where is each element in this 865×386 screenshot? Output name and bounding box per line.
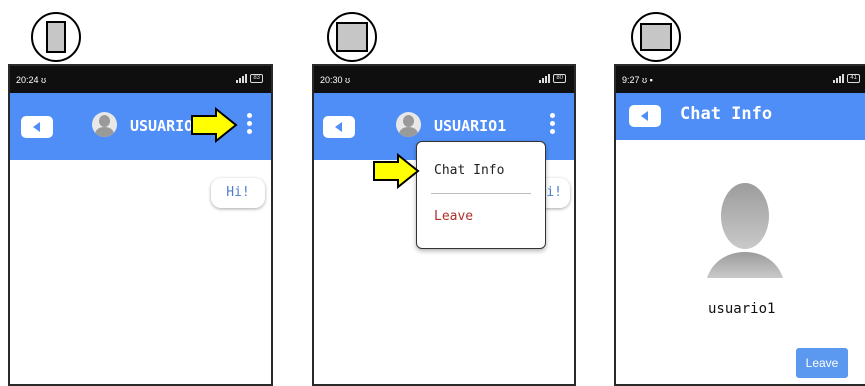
step-indicator-1 <box>31 12 81 62</box>
chat-title: USUARIO1 <box>434 117 507 135</box>
menu-divider <box>431 193 531 194</box>
step-indicator-2 <box>327 12 377 62</box>
overflow-menu: Chat Info Leave <box>416 141 546 249</box>
menu-item-chat-info[interactable]: Chat Info <box>434 163 504 178</box>
back-button[interactable] <box>629 105 661 127</box>
step-indicator-3-square <box>640 23 672 51</box>
status-bar: 20:24 ʊ 83 <box>10 66 271 93</box>
status-time: 20:30 ʊ <box>320 75 351 85</box>
menu-item-leave[interactable]: Leave <box>434 209 473 224</box>
signal-battery-icon: 41 <box>833 74 860 83</box>
battery-level: 80 <box>553 74 566 83</box>
pointer-arrow-icon <box>191 107 238 143</box>
app-bar: Chat Info <box>616 93 865 140</box>
back-button[interactable] <box>323 116 355 138</box>
more-vertical-icon[interactable] <box>247 113 253 137</box>
step-indicator-3 <box>631 12 681 62</box>
back-button[interactable] <box>21 116 53 138</box>
status-time: 9:27 ʊ ▪ <box>622 75 653 85</box>
status-bar: 9:27 ʊ ▪ 41 <box>616 66 865 93</box>
battery-level: 83 <box>250 74 263 83</box>
step-indicator-2-square <box>336 22 368 52</box>
more-vertical-icon[interactable] <box>550 113 556 137</box>
avatar <box>396 112 421 137</box>
battery-level: 41 <box>847 74 860 83</box>
username-label: usuario1 <box>708 301 776 317</box>
page-title: Chat Info <box>680 104 773 124</box>
signal-battery-icon: 83 <box>236 74 263 83</box>
avatar <box>92 112 117 137</box>
user-avatar-icon <box>707 183 783 278</box>
pointer-arrow-icon <box>373 153 420 189</box>
message-bubble: Hi! <box>211 178 265 208</box>
step-indicator-1-square <box>46 21 66 53</box>
status-bar: 20:30 ʊ 80 <box>314 66 574 93</box>
status-time: 20:24 ʊ <box>16 75 47 85</box>
signal-battery-icon: 80 <box>539 74 566 83</box>
leave-button[interactable]: Leave <box>796 348 848 378</box>
